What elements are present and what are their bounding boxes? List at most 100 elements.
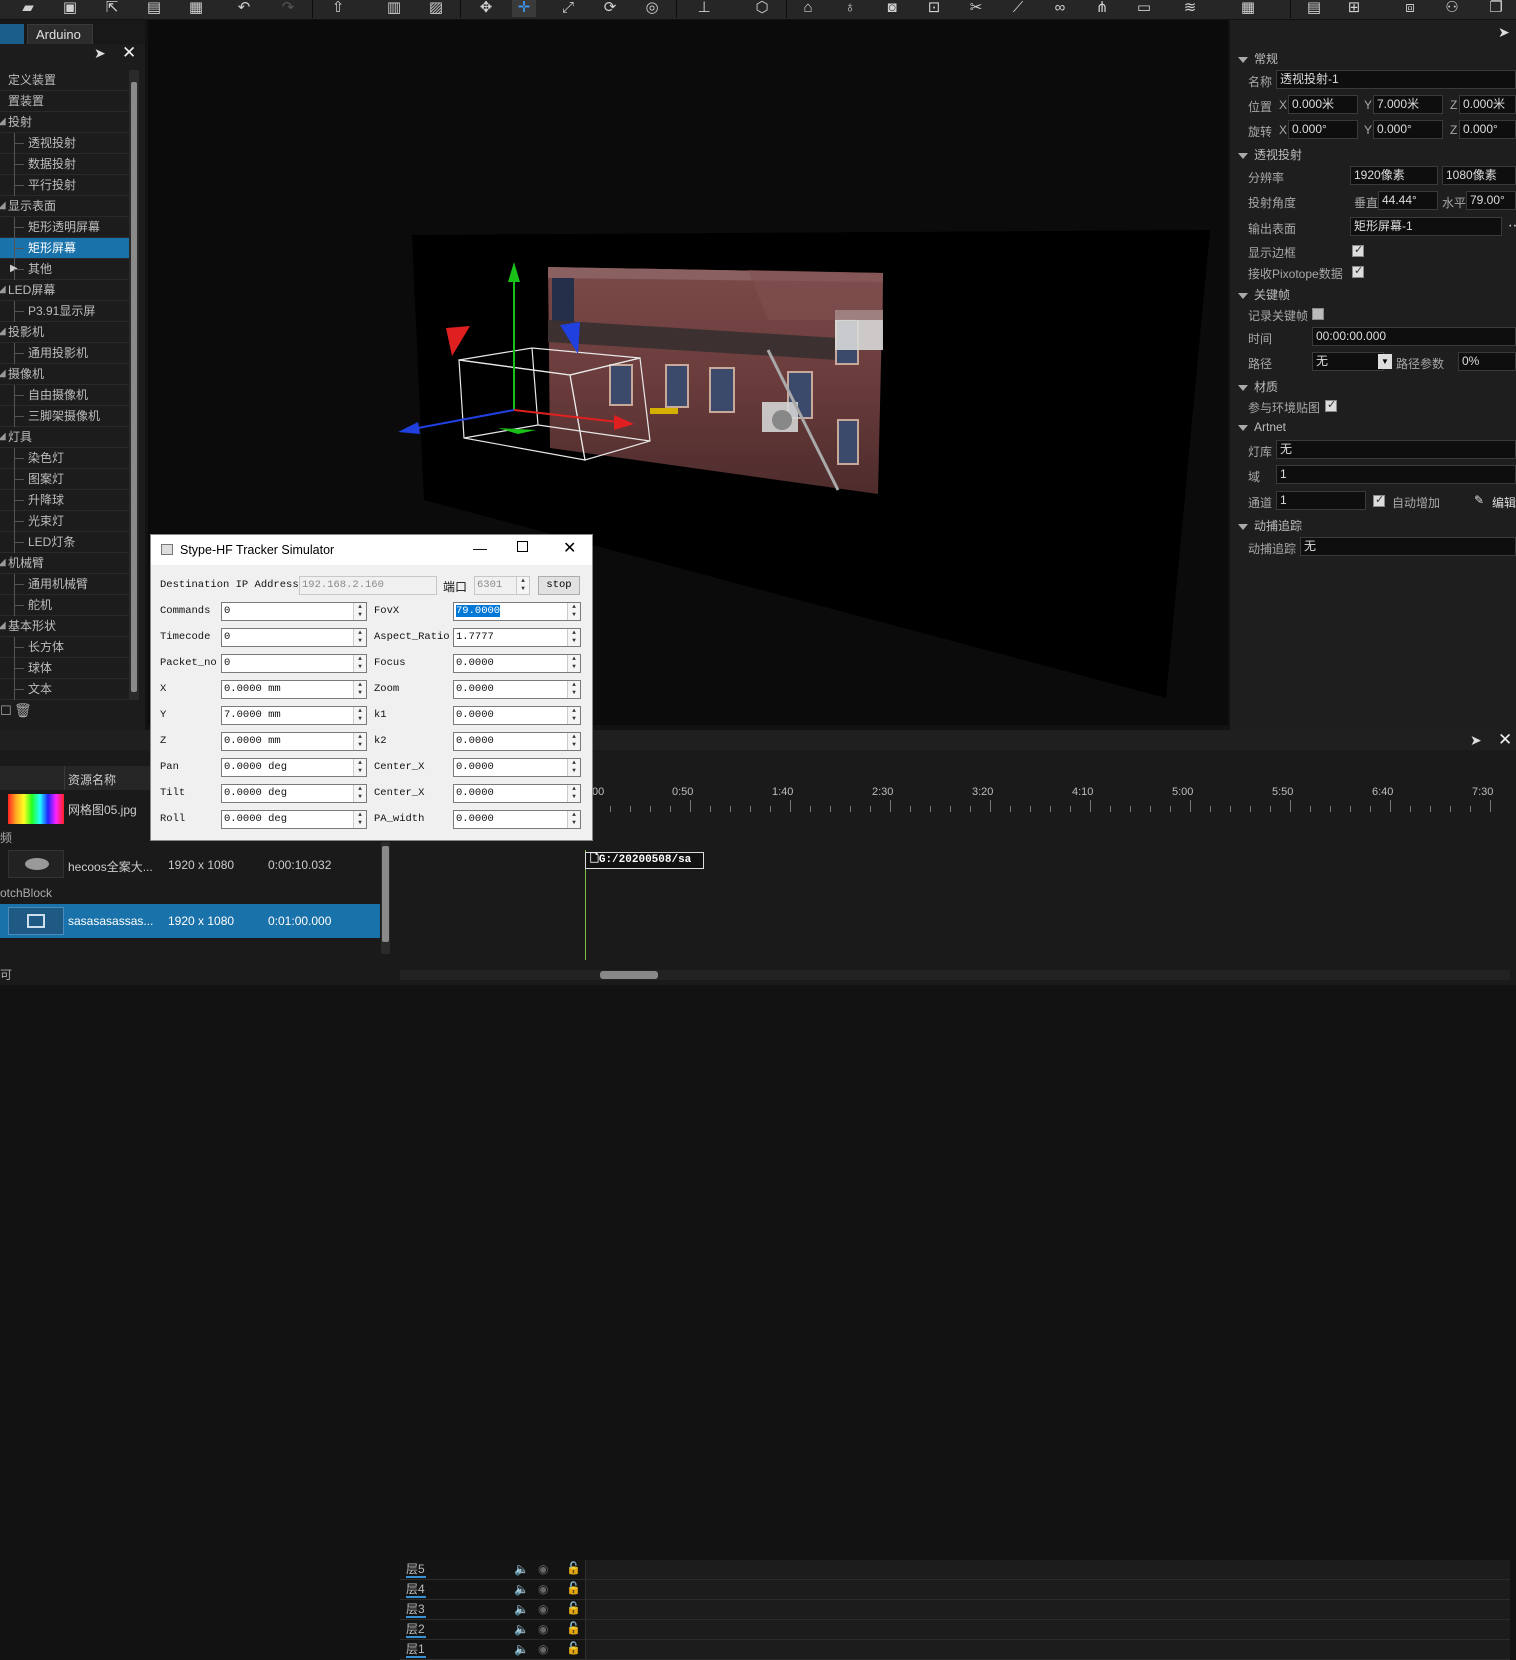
timeline-layer[interactable]: 层4 🔈 ◉ 🔓 xyxy=(400,1580,1510,1600)
timeline-scroll-thumb[interactable] xyxy=(600,971,658,979)
rotate-tool-icon[interactable]: ⟳ xyxy=(598,0,622,17)
expand-arrow-icon[interactable]: ◢ xyxy=(0,280,6,300)
rotation-z-input[interactable]: 0.000° xyxy=(1459,120,1516,139)
timeline-layer[interactable]: 层5 🔈 ◉ 🔓 xyxy=(400,1560,1510,1580)
dialog-titlebar[interactable]: Stype-HF Tracker Simulator — ✕ xyxy=(151,535,592,565)
spin-arrows-icon[interactable]: ▲ ▼ xyxy=(353,629,366,646)
asset-scroll-thumb[interactable] xyxy=(382,846,389,942)
redo-icon[interactable]: ↷ xyxy=(276,0,300,17)
tab-arduino[interactable]: Arduino xyxy=(27,24,93,44)
expand-arrow-icon[interactable]: ▶ xyxy=(10,259,18,279)
tree-item[interactable]: 置装置 xyxy=(0,91,129,112)
channel-input[interactable]: 1 xyxy=(1276,491,1366,510)
name-input[interactable]: 透视投射-1 xyxy=(1276,70,1516,89)
tree-item[interactable]: 矩形透明屏幕 xyxy=(0,217,129,238)
trash-icon[interactable]: 🗑 xyxy=(14,702,32,719)
tree-scrollbar[interactable] xyxy=(129,70,139,700)
section-mocap[interactable]: 动捕追踪 xyxy=(1238,517,1302,534)
resolution-width-input[interactable]: 1920像素 xyxy=(1350,166,1438,185)
camera-icon[interactable]: ◙ xyxy=(880,0,904,17)
port-input[interactable]: 6301 ▲ ▼ xyxy=(474,576,530,595)
spin-arrows-icon[interactable]: ▲ ▼ xyxy=(567,655,580,672)
tree-item[interactable]: 透视投射 xyxy=(0,133,129,154)
lock-icon[interactable]: 🔓 xyxy=(566,1601,581,1615)
pin-icon[interactable]: ➤ xyxy=(94,45,106,62)
vertical-angle-input[interactable]: 44.44° xyxy=(1378,191,1438,210)
spinbox-input[interactable]: 0.0000 deg ▲ ▼ xyxy=(221,784,367,803)
tree-item[interactable]: 图案灯 xyxy=(0,469,129,490)
tree-item[interactable]: 升降球 xyxy=(0,490,129,511)
speaker-icon[interactable]: 🔈 xyxy=(514,1562,529,1576)
timeline-hscrollbar[interactable] xyxy=(400,970,1510,980)
screenshot-icon[interactable]: ⊡ xyxy=(922,0,946,17)
spin-arrows-icon[interactable]: ▲ ▼ xyxy=(567,629,580,646)
pixotope-checkbox[interactable] xyxy=(1352,264,1364,278)
layout-icon[interactable]: ▥ xyxy=(382,0,406,17)
speaker-icon[interactable]: 🔈 xyxy=(514,1622,529,1636)
tree-item[interactable]: LED灯条 xyxy=(0,532,129,553)
section-keyframe[interactable]: 关键帧 xyxy=(1238,286,1290,303)
show-border-checkbox[interactable] xyxy=(1352,243,1364,257)
speaker-icon[interactable]: 🔈 xyxy=(514,1582,529,1596)
expand-arrow-icon[interactable]: ◢ xyxy=(0,112,6,132)
timeline-layer[interactable]: 层2 🔈 ◉ 🔓 xyxy=(400,1620,1510,1640)
light-icon[interactable]: ♁ xyxy=(838,0,862,17)
domain-input[interactable]: 1 xyxy=(1276,465,1516,484)
stop-button[interactable]: stop xyxy=(538,576,580,595)
ip-input[interactable]: 192.168.2.160 xyxy=(299,576,437,595)
tree-item[interactable]: 矩形屏幕 xyxy=(0,238,129,259)
path-select[interactable]: 无 xyxy=(1312,352,1384,371)
asset-row[interactable]: hecoos全案大... 1920 x 1080 0:00:10.032 xyxy=(0,846,380,882)
spinbox-input[interactable]: 0 ▲ ▼ xyxy=(221,602,367,621)
spin-arrows-icon[interactable]: ▲ ▼ xyxy=(353,785,366,802)
chevron-down-icon[interactable]: ▼ xyxy=(1378,354,1392,369)
close-icon[interactable]: ✕ xyxy=(1498,730,1512,750)
device-icon[interactable]: ⧈ xyxy=(1398,0,1422,17)
spinbox-input[interactable]: 0.0000 ▲ ▼ xyxy=(453,706,581,725)
spin-arrows-icon[interactable]: ▲ ▼ xyxy=(353,733,366,750)
tree-item[interactable]: 舵机 xyxy=(0,595,129,616)
spinbox-input[interactable]: 0.0000 ▲ ▼ xyxy=(453,654,581,673)
rotation-x-input[interactable]: 0.000° xyxy=(1288,120,1358,139)
position-y-input[interactable]: 7.000米 xyxy=(1373,95,1443,114)
tools-icon[interactable]: ✂ xyxy=(964,0,988,17)
link-icon[interactable]: ∞ xyxy=(1048,0,1072,17)
close-icon[interactable]: ✕ xyxy=(122,43,136,63)
tree-item[interactable]: ◢ 投射 xyxy=(0,112,129,133)
tree-scroll-thumb[interactable] xyxy=(131,82,137,692)
eye-icon[interactable]: ◉ xyxy=(538,1582,548,1596)
record-keyframe-checkbox[interactable] xyxy=(1312,308,1324,320)
expand-arrow-icon[interactable]: ◢ xyxy=(0,553,6,573)
timeline-ruler[interactable]: 00 0:50 1:40 2:30 3:20 4:10 5:00 5:50 6:40 7:30 xyxy=(590,782,1516,812)
tree-item[interactable]: 自由摄像机 xyxy=(0,385,129,406)
minimize-icon[interactable]: — xyxy=(473,540,487,556)
group-video[interactable]: 频 xyxy=(0,829,12,846)
rotation-y-input[interactable]: 0.000° xyxy=(1373,120,1443,139)
lock-icon[interactable]: 🔓 xyxy=(566,1621,581,1635)
expand-arrow-icon[interactable]: ◢ xyxy=(0,616,6,636)
resolution-height-input[interactable]: 1080像素 xyxy=(1442,166,1516,185)
tree-item[interactable]: ◢ LED屏幕 xyxy=(0,280,129,301)
tree-item[interactable]: 染色灯 xyxy=(0,448,129,469)
lock-icon[interactable]: 🔓 xyxy=(566,1641,581,1655)
tree-item[interactable]: 通用机械臂 xyxy=(0,574,129,595)
expand-arrow-icon[interactable]: ◢ xyxy=(0,427,6,447)
spin-arrows-icon[interactable]: ▲ ▼ xyxy=(567,733,580,750)
image-icon[interactable]: ▨ xyxy=(424,0,448,17)
tree-item[interactable]: ◢ 机械臂 xyxy=(0,553,129,574)
eye-icon[interactable]: ◉ xyxy=(538,1642,548,1656)
edit-button[interactable]: 编辑 xyxy=(1492,494,1516,511)
expand-arrow-icon[interactable]: ◢ xyxy=(0,364,6,384)
tree-item[interactable]: 平行投射 xyxy=(0,175,129,196)
timeline-layer[interactable]: 层3 🔈 ◉ 🔓 xyxy=(400,1600,1510,1620)
spinbox-input[interactable]: 0.0000 ▲ ▼ xyxy=(453,732,581,751)
spin-arrows-icon[interactable]: ▲ ▼ xyxy=(567,603,580,620)
expand-arrow-icon[interactable]: ◢ xyxy=(0,322,6,342)
checkbox-icon[interactable]: ☐ xyxy=(0,703,12,719)
align-icon[interactable]: ⊥ xyxy=(692,0,716,17)
spin-arrows-icon[interactable]: ▲ ▼ xyxy=(353,603,366,620)
tree-item[interactable]: 数据投射 xyxy=(0,154,129,175)
tree-item[interactable]: ◢ 基本形状 xyxy=(0,616,129,637)
tree-item[interactable]: 光束灯 xyxy=(0,511,129,532)
eye-icon[interactable]: ◉ xyxy=(538,1602,548,1616)
